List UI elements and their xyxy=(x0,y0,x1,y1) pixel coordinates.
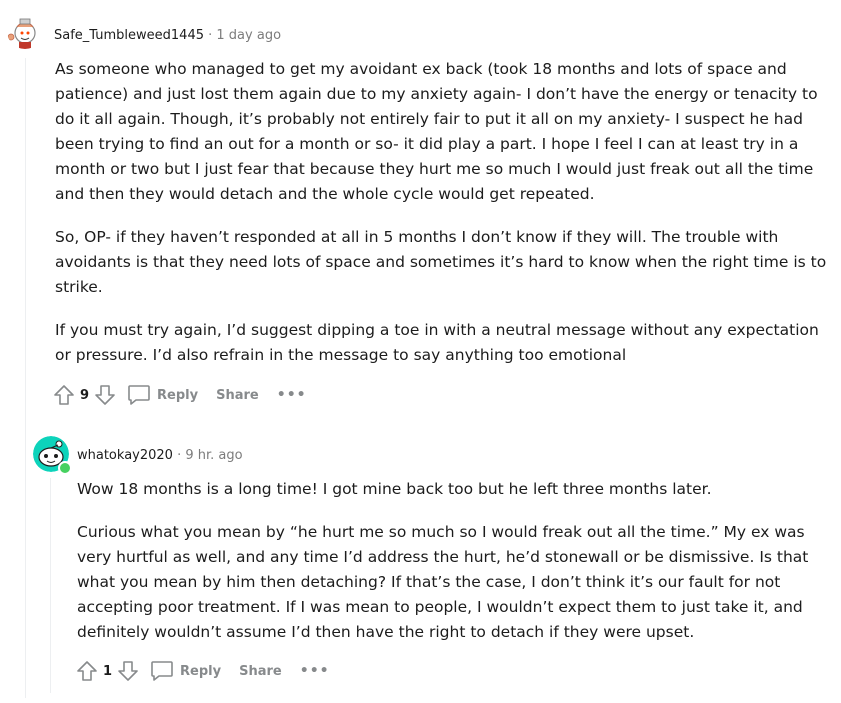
comment-paragraph: Curious what you mean by “he hurt me so … xyxy=(77,523,809,641)
downvote-icon[interactable] xyxy=(93,383,117,407)
comment-body: As someone who managed to get my avoidan… xyxy=(55,57,835,386)
comment-bubble-icon xyxy=(128,385,150,405)
reply-button[interactable]: Reply xyxy=(150,660,221,682)
comment-meta: Safe_Tumbleweed1445 · 1 day ago xyxy=(54,28,281,43)
downvote-icon[interactable] xyxy=(116,659,140,683)
vote-count: 9 xyxy=(80,387,90,403)
comment-paragraph: As someone who managed to get my avoidan… xyxy=(55,60,818,203)
comment-paragraph: Wow 18 months is a long time! I got mine… xyxy=(77,480,712,498)
comment-actions: 9 Reply Share ••• xyxy=(52,383,307,407)
vote-count: 1 xyxy=(103,663,113,679)
username[interactable]: Safe_Tumbleweed1445 xyxy=(54,28,204,43)
comment-paragraph: So, OP- if they haven’t responded at all… xyxy=(55,228,827,296)
reply-label: Reply xyxy=(180,663,222,679)
online-status-icon xyxy=(58,461,72,475)
comment-actions: 1 Reply Share ••• xyxy=(75,659,330,683)
comment-body: Wow 18 months is a long time! I got mine… xyxy=(77,477,812,663)
reply-thread-line[interactable] xyxy=(50,478,51,693)
more-options-icon[interactable]: ••• xyxy=(300,663,330,679)
thread-line[interactable] xyxy=(25,58,26,698)
upvote-icon[interactable] xyxy=(75,659,99,683)
comment-bubble-icon xyxy=(151,661,173,681)
reply-label: Reply xyxy=(157,387,199,403)
avatar[interactable] xyxy=(7,13,43,49)
timestamp[interactable]: 9 hr. ago xyxy=(185,448,242,463)
username[interactable]: whatokay2020 xyxy=(77,448,173,463)
comment-paragraph: If you must try again, I’d suggest dippi… xyxy=(55,321,819,364)
comment-meta: whatokay2020 · 9 hr. ago xyxy=(77,448,243,463)
more-options-icon[interactable]: ••• xyxy=(277,387,307,403)
timestamp[interactable]: 1 day ago xyxy=(216,28,281,43)
share-button[interactable]: Share xyxy=(239,664,282,679)
reply-button[interactable]: Reply xyxy=(127,384,198,406)
upvote-icon[interactable] xyxy=(52,383,76,407)
share-button[interactable]: Share xyxy=(216,388,259,403)
